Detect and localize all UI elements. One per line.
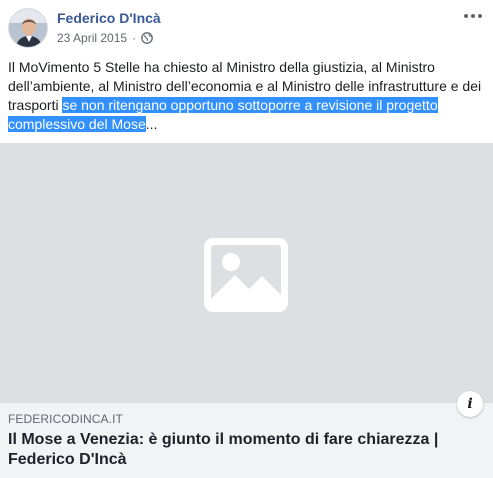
post-text: Il MoVimento 5 Stelle ha chiesto al Mini…: [8, 58, 488, 134]
post-header: Federico D'Incà 23 April 2015 ·: [0, 0, 493, 56]
more-options-icon[interactable]: [461, 6, 485, 26]
post-text-selected: se non ritengano opportuno sottoporre a …: [8, 97, 438, 132]
link-title[interactable]: Il Mose a Venezia: è giunto il momento d…: [8, 430, 478, 470]
avatar-photo: [9, 9, 47, 47]
facebook-post: Federico D'Incà 23 April 2015 · Il MoVim…: [0, 0, 493, 478]
author-name[interactable]: Federico D'Incà: [57, 10, 161, 26]
info-icon[interactable]: i: [457, 391, 483, 417]
post-meta: 23 April 2015 ·: [57, 31, 153, 45]
link-preview-footer[interactable]: FEDERICODINCA.IT Il Mose a Venezia: è gi…: [0, 403, 493, 478]
link-domain: FEDERICODINCA.IT: [8, 412, 123, 426]
meta-separator: ·: [132, 31, 137, 45]
post-text-ellipsis[interactable]: ...: [146, 116, 158, 132]
image-placeholder-icon: [204, 238, 288, 312]
post-date[interactable]: 23 April 2015: [57, 31, 127, 45]
globe-icon[interactable]: [141, 32, 153, 44]
author-avatar[interactable]: [8, 8, 48, 48]
